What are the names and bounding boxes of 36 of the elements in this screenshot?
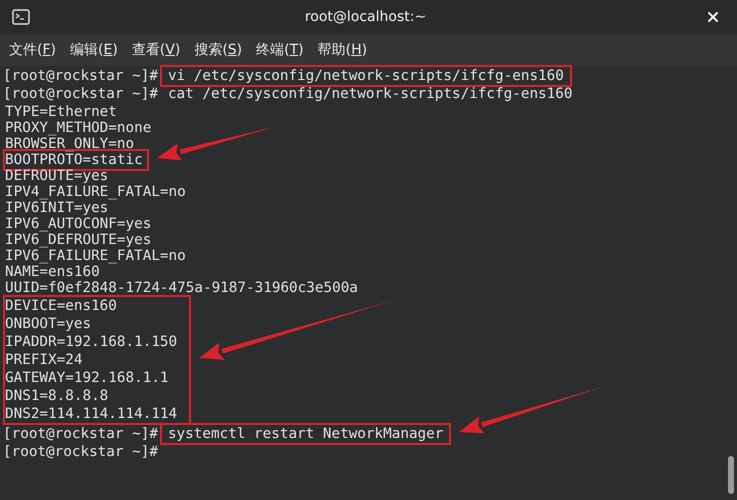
shell-command: cat /etc/sysconfig/network-scripts/ifcfg-ens160 bbox=[168, 86, 572, 102]
window-title: root@localhost:~ bbox=[304, 8, 426, 26]
output-line: IPADDR=192.168.1.150 bbox=[5, 334, 178, 350]
menu-item[interactable]: 终端(T) bbox=[256, 40, 304, 60]
menu-item[interactable]: 帮助(H) bbox=[318, 40, 368, 60]
output-line: IPV6_FAILURE_FATAL=no bbox=[5, 248, 186, 264]
output-line: BOOTPROTO=static bbox=[5, 152, 143, 168]
close-icon bbox=[705, 9, 721, 25]
scrollbar-thumb[interactable] bbox=[728, 456, 734, 494]
menu-item[interactable]: 查看(V) bbox=[132, 40, 180, 60]
output-line: PROXY_METHOD=none bbox=[5, 120, 152, 136]
output-line: TYPE=Ethernet bbox=[5, 104, 117, 120]
output-line: IPV6INIT=yes bbox=[5, 200, 108, 216]
terminal-icon bbox=[12, 9, 30, 25]
output-line: PREFIX=24 bbox=[5, 352, 82, 368]
output-line: IPV4_FAILURE_FATAL=no bbox=[5, 184, 186, 200]
output-line: DEVICE=ens160 bbox=[5, 298, 117, 314]
menu-item[interactable]: 文件(F) bbox=[9, 40, 56, 60]
output-line: GATEWAY=192.168.1.1 bbox=[5, 370, 169, 386]
shell-command: vi /etc/sysconfig/network-scripts/ifcfg-ens160 bbox=[168, 68, 564, 84]
menu-item[interactable]: 搜索(S) bbox=[194, 40, 242, 60]
shell-prompt: [root@rockstar ~]# bbox=[3, 85, 158, 103]
output-line: IPV6_AUTOCONF=yes bbox=[5, 216, 152, 232]
shell-prompt: [root@rockstar ~]# bbox=[3, 67, 158, 85]
output-line: IPV6_DEFROUTE=yes bbox=[5, 232, 152, 248]
menu-item[interactable]: 编辑(E) bbox=[70, 40, 118, 60]
output-line: DEFROUTE=yes bbox=[5, 168, 108, 184]
shell-prompt: [root@rockstar ~]# bbox=[3, 443, 158, 461]
shell-command: systemctl restart NetworkManager bbox=[168, 426, 444, 442]
output-line: BROWSER_ONLY=no bbox=[5, 136, 134, 152]
output-line: UUID=f0ef2848-1724-475a-9187-31960c3e500a bbox=[5, 280, 358, 296]
output-line: ONBOOT=yes bbox=[5, 316, 92, 332]
output-line: DNS1=8.8.8.8 bbox=[5, 388, 108, 404]
shell-prompt: [root@rockstar ~]# bbox=[3, 425, 158, 443]
output-line: DNS2=114.114.114.114 bbox=[5, 406, 178, 422]
output-line: NAME=ens160 bbox=[5, 264, 100, 280]
